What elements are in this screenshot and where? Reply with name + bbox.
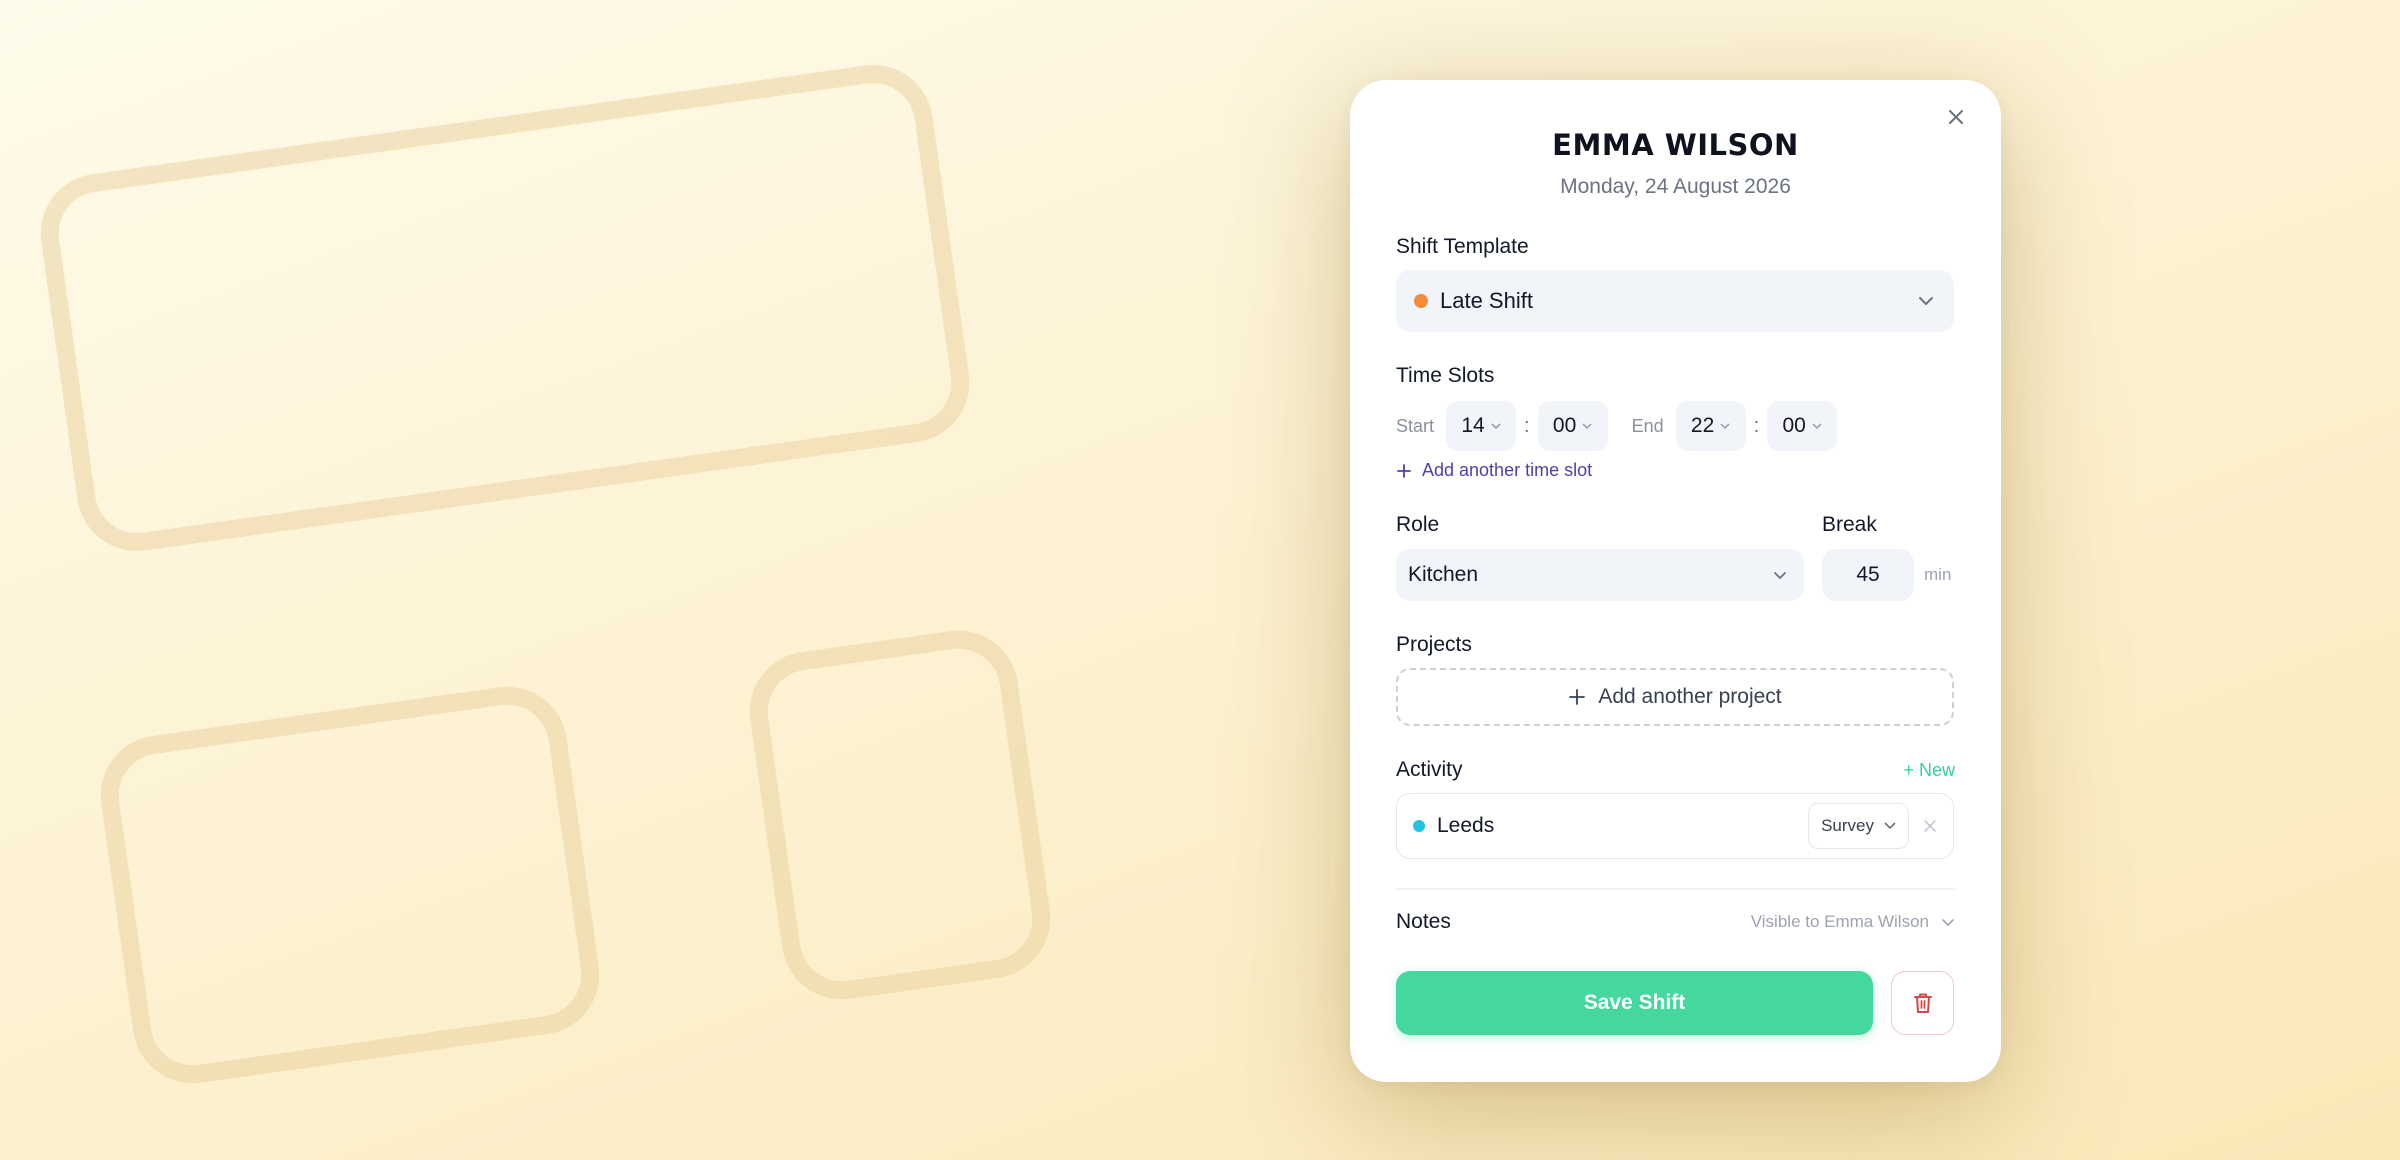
role-select[interactable]: Kitchen: [1396, 549, 1804, 601]
plus-icon: [1569, 689, 1586, 705]
chevron-down-icon: [1812, 422, 1822, 429]
end-hour-value: 22: [1690, 414, 1715, 437]
time-separator: :: [1753, 414, 1760, 437]
activity-type-value: Survey: [1821, 816, 1874, 835]
break-unit: min: [1924, 565, 1952, 584]
activity-item: Leeds Survey: [1396, 793, 1954, 859]
chevron-down-icon: [1770, 565, 1790, 585]
chevron-down-icon: [1942, 918, 1954, 926]
chevron-down-icon: [1582, 422, 1592, 429]
activity-label: Activity: [1396, 758, 1463, 781]
break-input[interactable]: 45: [1822, 549, 1914, 601]
close-icon: [1924, 820, 1936, 832]
close-icon: [1949, 110, 1963, 124]
delete-shift-button[interactable]: [1891, 971, 1954, 1035]
new-activity-link[interactable]: + New: [1903, 760, 1955, 781]
save-shift-button[interactable]: Save Shift: [1396, 971, 1873, 1035]
activity-name: Leeds: [1437, 814, 1495, 837]
background-decoration: [32, 57, 978, 559]
shift-template-label: Shift Template: [1396, 235, 1529, 258]
add-project-button[interactable]: Add another project: [1396, 668, 1954, 726]
time-slot-row: Start 14 : 00 End 22 : 00: [1396, 400, 1838, 452]
end-minute-value: 00: [1782, 414, 1806, 437]
end-minute-select[interactable]: 00: [1767, 401, 1838, 451]
role-label: Role: [1396, 513, 1440, 536]
role-value: Kitchen: [1408, 563, 1479, 586]
start-hour-value: 14: [1461, 414, 1485, 437]
activity-color-dot: [1413, 820, 1425, 832]
end-hour-select[interactable]: 22: [1675, 401, 1746, 451]
add-time-slot-label: Add another time slot: [1422, 460, 1593, 480]
trash-icon: [1913, 993, 1932, 1013]
remove-activity-button[interactable]: [1923, 819, 1937, 833]
break-value: 45: [1856, 563, 1880, 586]
employee-name: EMMA WILSON: [1552, 128, 1799, 162]
notes-visibility-toggle[interactable]: Visible to Emma Wilson: [1751, 912, 1955, 932]
start-minute-value: 00: [1552, 414, 1577, 437]
end-label: End: [1631, 415, 1664, 436]
chevron-down-icon: [1491, 422, 1501, 429]
background-decoration: [92, 678, 608, 1092]
shift-template-value: Late Shift: [1440, 288, 1533, 313]
shift-date: Monday, 24 August 2026: [1560, 175, 1791, 198]
time-slots-label: Time Slots: [1396, 364, 1495, 387]
activity-type-select[interactable]: Survey: [1808, 803, 1909, 849]
section-divider: [1396, 888, 1955, 890]
projects-label: Projects: [1396, 633, 1472, 656]
template-color-dot: [1414, 294, 1428, 308]
add-project-label: Add another project: [1598, 685, 1782, 708]
time-separator: :: [1524, 414, 1530, 437]
notes-visibility-label: Visible to Emma Wilson: [1750, 912, 1929, 931]
start-label: Start: [1396, 415, 1435, 436]
start-hour-select[interactable]: 14: [1446, 401, 1517, 451]
chevron-down-icon: [1720, 422, 1730, 429]
edit-shift-dialog: EMMA WILSON Monday, 24 August 2026 Shift…: [1350, 80, 2001, 1082]
add-time-slot-link[interactable]: Add another time slot: [1396, 460, 1592, 481]
save-shift-label: Save Shift: [1583, 991, 1686, 1014]
plus-icon: [1397, 463, 1411, 478]
chevron-down-icon: [1884, 822, 1896, 830]
shift-template-select[interactable]: Late Shift: [1396, 270, 1954, 332]
chevron-down-icon: [1916, 291, 1936, 311]
background-decoration: [741, 622, 1059, 1008]
start-minute-select[interactable]: 00: [1537, 401, 1608, 451]
notes-label: Notes: [1396, 910, 1451, 933]
break-label: Break: [1822, 513, 1877, 536]
